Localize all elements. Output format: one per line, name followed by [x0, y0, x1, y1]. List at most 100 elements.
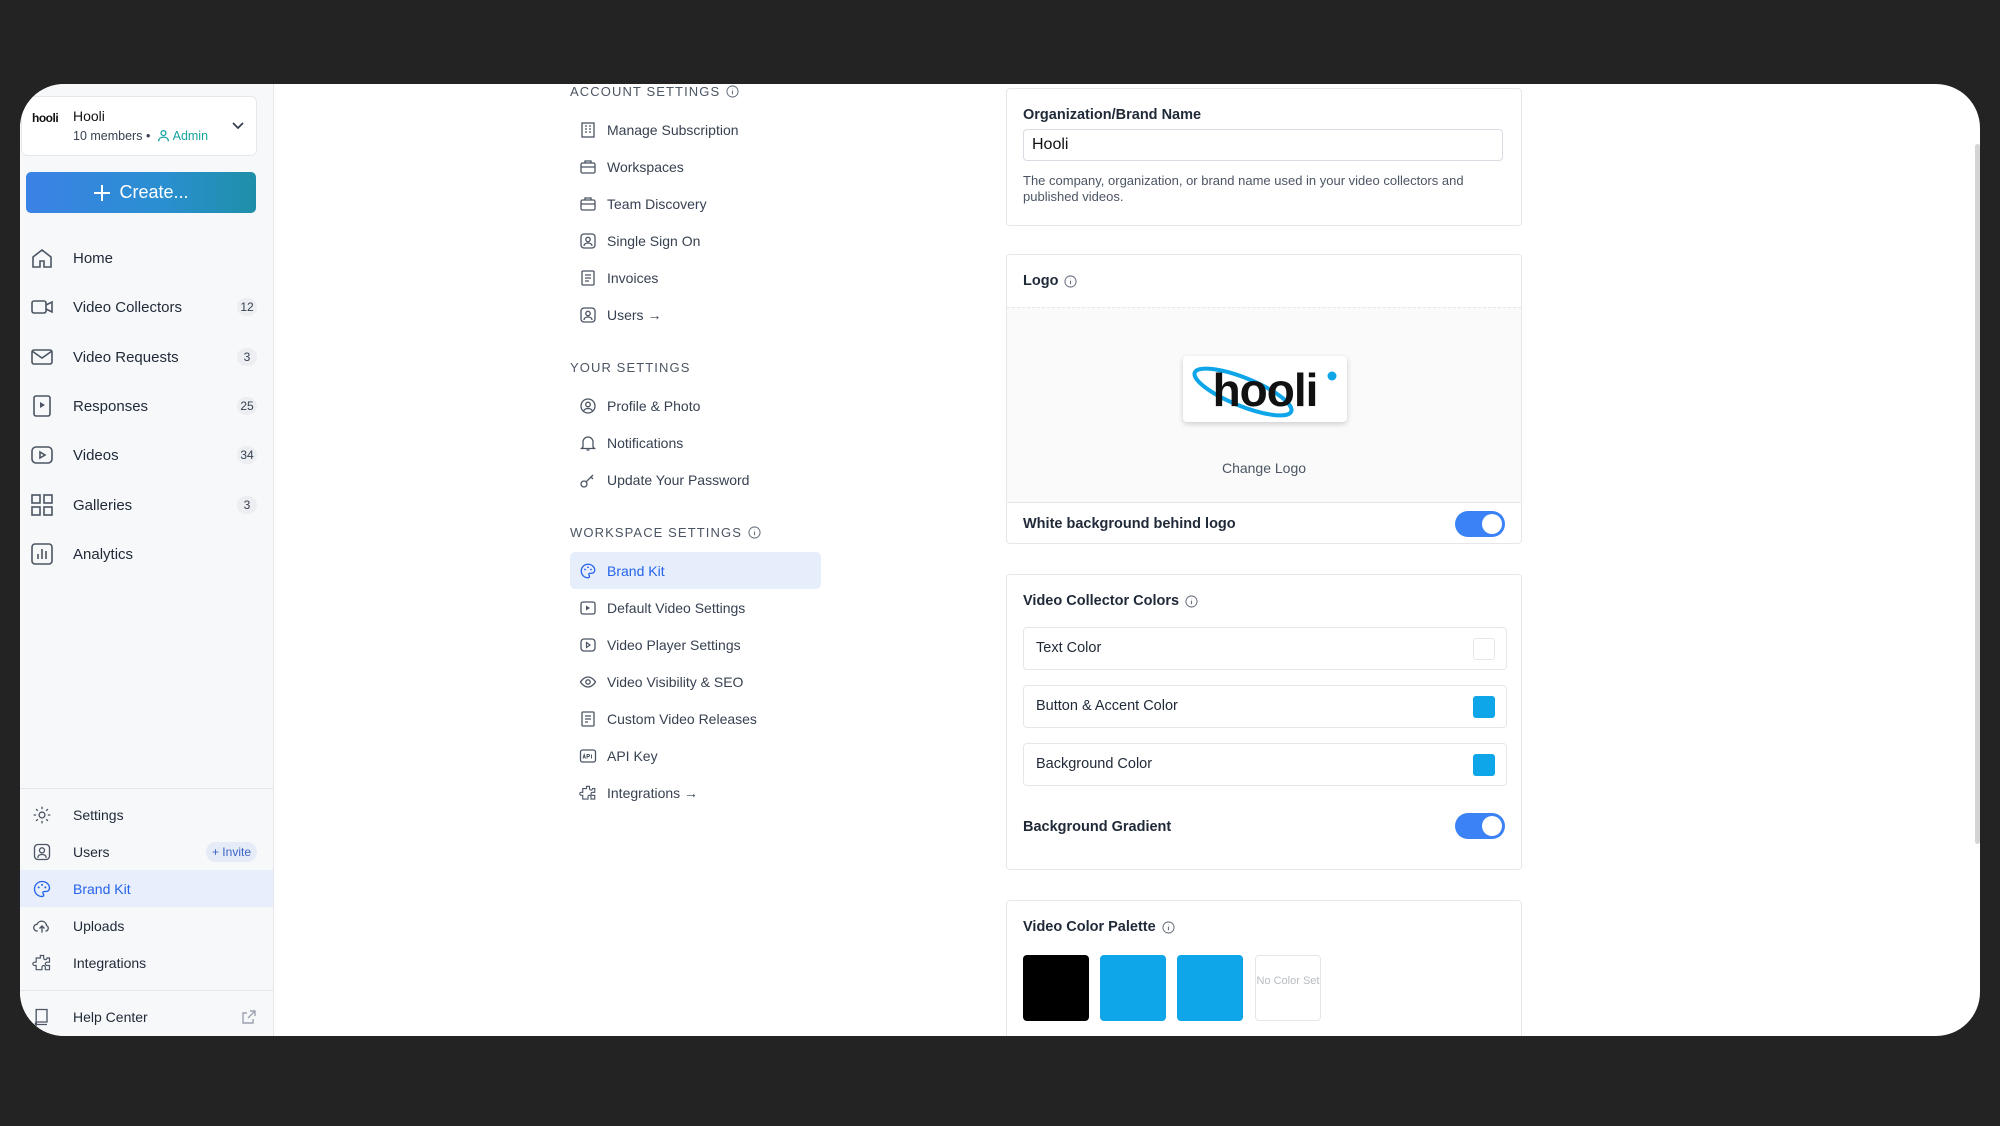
- nav-videos[interactable]: Videos 34: [20, 435, 273, 475]
- menu-api-key[interactable]: API Key: [570, 737, 821, 774]
- menu-label: Profile & Photo: [607, 397, 701, 414]
- palette-swatch[interactable]: [1023, 955, 1089, 1021]
- puzzle-icon: [32, 954, 51, 970]
- menu-default-video-settings[interactable]: Default Video Settings: [570, 589, 821, 626]
- nav-label: Analytics: [73, 545, 134, 563]
- palette-icon: [33, 880, 51, 897]
- accent-color-row[interactable]: Button & Accent Color: [1023, 685, 1507, 728]
- nav-integrations[interactable]: Integrations: [20, 944, 273, 981]
- nav-label: Brand Kit: [73, 880, 131, 897]
- change-logo-button[interactable]: Change Logo: [1007, 460, 1521, 476]
- palette-label: Video Color Palette: [1023, 919, 1156, 935]
- background-color-swatch[interactable]: [1473, 754, 1495, 776]
- accent-color-swatch[interactable]: [1473, 696, 1495, 718]
- nav-label: Home: [73, 249, 114, 267]
- gradient-label: Background Gradient: [1023, 819, 1172, 835]
- nav-help-center[interactable]: Help Center: [20, 998, 273, 1035]
- text-color-swatch[interactable]: [1473, 638, 1495, 660]
- background-color-row[interactable]: Background Color: [1023, 743, 1507, 786]
- scrollbar[interactable]: [1975, 144, 1980, 844]
- count-badge: 3: [237, 496, 257, 514]
- nav-responses[interactable]: Responses 25: [20, 386, 273, 426]
- menu-brand-kit[interactable]: Brand Kit: [570, 552, 821, 589]
- workspace-meta: 10 members • Admin: [73, 129, 208, 143]
- info-icon[interactable]: [1185, 594, 1198, 608]
- document-icon: [581, 269, 595, 286]
- your-settings-heading: YOUR SETTINGS: [570, 360, 690, 375]
- nav-video-requests[interactable]: Video Requests 3: [20, 337, 273, 377]
- org-name-input[interactable]: [1023, 129, 1503, 161]
- nav-analytics[interactable]: Analytics: [20, 534, 273, 574]
- building-icon: [581, 121, 595, 138]
- palette-swatch[interactable]: [1100, 955, 1166, 1021]
- users-icon: [33, 843, 51, 860]
- logo-heading: Logo: [1023, 273, 1078, 289]
- palette-swatch[interactable]: [1177, 955, 1243, 1021]
- menu-users[interactable]: Users →: [570, 296, 821, 333]
- workspace-name: Hooli: [73, 108, 105, 124]
- menu-notifications[interactable]: Notifications: [570, 424, 821, 461]
- text-color-label: Text Color: [1036, 640, 1102, 656]
- external-link-icon: [242, 1009, 256, 1024]
- nav-galleries[interactable]: Galleries 3: [20, 485, 273, 525]
- workspace-switcher[interactable]: hooli Hooli 10 members • Admin: [21, 96, 257, 156]
- briefcase-icon: [580, 159, 596, 174]
- cloud-upload-icon: [33, 920, 49, 933]
- logo-preview-area[interactable]: hooli Change Logo: [1007, 307, 1521, 503]
- menu-label: Manage Subscription: [607, 121, 739, 138]
- count-badge: 34: [237, 446, 257, 464]
- menu-profile-photo[interactable]: Profile & Photo: [570, 387, 821, 424]
- menu-label: Default Video Settings: [607, 599, 746, 616]
- palette-icon: [580, 563, 596, 578]
- nav-users[interactable]: Users + Invite: [20, 833, 273, 870]
- info-icon[interactable]: [1064, 274, 1078, 288]
- menu-video-player-settings[interactable]: Video Player Settings: [570, 626, 821, 663]
- accent-color-label: Button & Accent Color: [1036, 698, 1178, 714]
- gradient-toggle[interactable]: [1455, 813, 1505, 839]
- envelope-icon: [31, 349, 53, 365]
- palette-empty-swatch[interactable]: No Color Set: [1255, 955, 1321, 1021]
- invite-button[interactable]: + Invite: [205, 841, 257, 862]
- info-icon[interactable]: [1162, 920, 1175, 934]
- menu-manage-subscription[interactable]: Manage Subscription: [570, 111, 821, 148]
- collector-colors-card: Video Collector Colors Text Color Button…: [1006, 574, 1522, 870]
- menu-update-password[interactable]: Update Your Password: [570, 461, 821, 498]
- menu-invoices[interactable]: Invoices: [570, 259, 821, 296]
- menu-single-sign-on[interactable]: Single Sign On: [570, 222, 821, 259]
- menu-custom-video-releases[interactable]: Custom Video Releases: [570, 700, 821, 737]
- sidebar: hooli Hooli 10 members • Admin Create...…: [20, 84, 274, 1036]
- play-icon: [580, 637, 596, 652]
- menu-workspaces[interactable]: Workspaces: [570, 148, 821, 185]
- eye-icon: [579, 675, 597, 688]
- menu-video-visibility-seo[interactable]: Video Visibility & SEO: [570, 663, 821, 700]
- nav-home[interactable]: Home: [20, 238, 273, 278]
- menu-team-discovery[interactable]: Team Discovery: [570, 185, 821, 222]
- text-color-row[interactable]: Text Color: [1023, 627, 1507, 670]
- info-icon[interactable]: [748, 526, 761, 539]
- chevron-down-icon[interactable]: [230, 117, 246, 133]
- nav-uploads[interactable]: Uploads: [20, 907, 273, 944]
- app-window: hooli Hooli 10 members • Admin Create...…: [20, 84, 1980, 1036]
- nav-video-collectors[interactable]: Video Collectors 12: [20, 287, 273, 327]
- nav-settings[interactable]: Settings: [20, 796, 273, 833]
- info-icon[interactable]: [726, 85, 739, 98]
- divider: [20, 788, 273, 789]
- white-bg-toggle[interactable]: [1455, 511, 1505, 537]
- create-button[interactable]: Create...: [26, 172, 256, 213]
- user-icon: [157, 129, 169, 142]
- logo-wordmark: hooli: [1213, 364, 1318, 416]
- bell-icon: [579, 435, 597, 451]
- document-icon: [581, 710, 595, 727]
- nav-label: Users: [73, 843, 110, 860]
- logo-label: Logo: [1023, 273, 1059, 289]
- menu-label: API Key: [607, 747, 658, 764]
- menu-label: Custom Video Releases: [607, 710, 757, 727]
- count-badge: 25: [237, 397, 257, 415]
- menu-label: Team Discovery: [607, 195, 707, 212]
- nav-brand-kit[interactable]: Brand Kit: [20, 870, 273, 907]
- menu-integrations[interactable]: Integrations →: [570, 774, 821, 811]
- brand-logo-image[interactable]: hooli: [1183, 356, 1347, 422]
- chart-icon: [31, 543, 53, 565]
- count-badge: 12: [237, 298, 257, 316]
- home-icon: [32, 248, 52, 268]
